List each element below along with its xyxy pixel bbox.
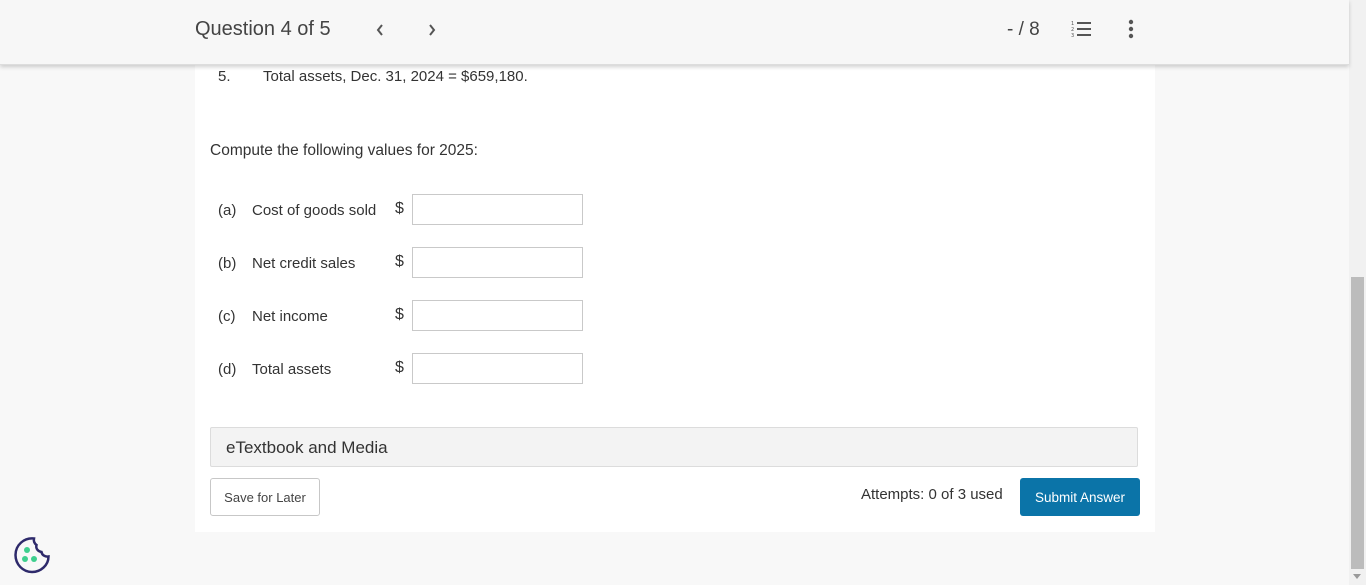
score-display: - / 8: [1007, 19, 1040, 40]
answer-label: Cost of goods sold: [252, 202, 377, 219]
question-header: Question 4 of 5 - / 8 1 2 3: [0, 0, 1349, 65]
answer-label: Net credit sales: [252, 255, 356, 272]
currency-symbol: $: [395, 200, 404, 217]
question-counter: Question 4 of 5: [195, 18, 331, 40]
net-income-input[interactable]: [412, 300, 583, 331]
currency-symbol: $: [395, 253, 404, 270]
scroll-down-arrow-icon[interactable]: [1353, 574, 1361, 579]
scrollbar-thumb[interactable]: [1351, 277, 1364, 569]
answer-label: Net income: [252, 308, 328, 325]
chevron-left-icon: [376, 24, 383, 36]
cookie-icon: [14, 537, 50, 574]
numbered-list-icon: 1 2 3: [1071, 21, 1091, 39]
answer-letter: (d): [218, 361, 237, 378]
cost-of-goods-sold-input[interactable]: [412, 194, 583, 225]
more-options-button[interactable]: [1125, 18, 1137, 40]
currency-symbol: $: [395, 359, 404, 376]
etextbook-media-label: eTextbook and Media: [226, 438, 388, 457]
question-prompt: Compute the following values for 2025:: [210, 142, 478, 159]
submit-answer-button[interactable]: Submit Answer: [1020, 478, 1140, 516]
answer-letter: (c): [218, 308, 236, 325]
net-credit-sales-input[interactable]: [412, 247, 583, 278]
currency-symbol: $: [395, 306, 404, 323]
answer-letter: (b): [218, 255, 237, 272]
cookie-settings-button[interactable]: [12, 535, 52, 575]
given-item-text: Total assets, Dec. 31, 2024 = $659,180.: [263, 68, 528, 85]
total-assets-input[interactable]: [412, 353, 583, 384]
etextbook-media-panel[interactable]: eTextbook and Media: [210, 427, 1138, 467]
chevron-right-icon: [429, 24, 436, 36]
previous-question-button[interactable]: [368, 17, 392, 43]
answer-label: Total assets: [252, 361, 332, 378]
attempts-counter: Attempts: 0 of 3 used: [861, 486, 1003, 503]
question-list-button[interactable]: 1 2 3: [1071, 19, 1093, 39]
answer-letter: (a): [218, 202, 237, 219]
svg-text:3: 3: [1071, 33, 1074, 39]
next-question-button[interactable]: [420, 17, 444, 43]
save-for-later-button[interactable]: Save for Later: [210, 478, 320, 516]
given-item-number: 5.: [218, 68, 231, 85]
page-scrollbar[interactable]: [1349, 0, 1366, 585]
more-vertical-icon: [1128, 19, 1134, 39]
